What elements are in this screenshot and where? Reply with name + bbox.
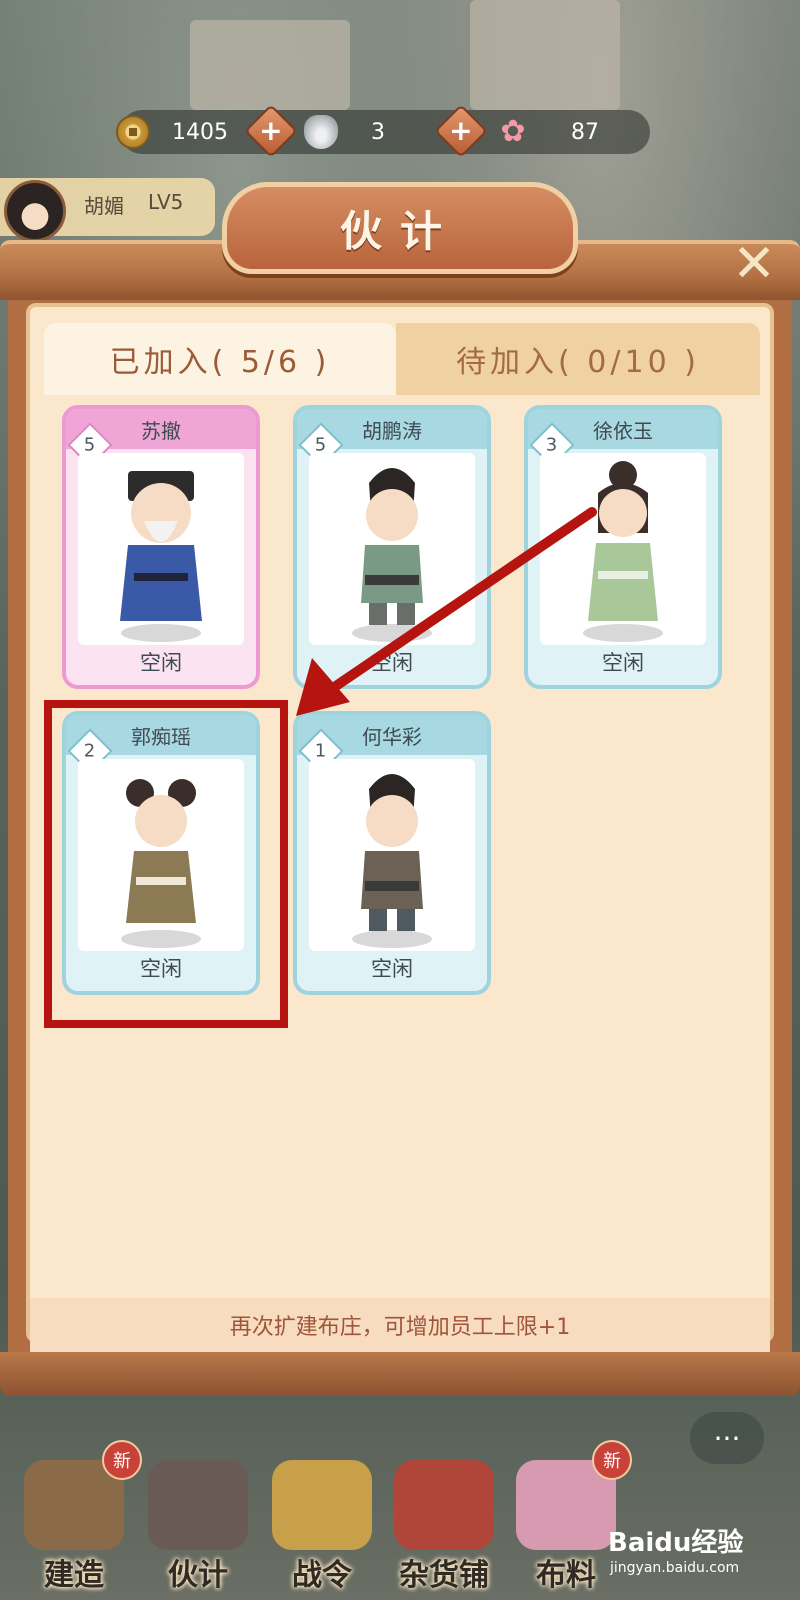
worker-portrait	[309, 759, 475, 951]
background-wall	[190, 20, 350, 110]
dialog-bottom-trim	[0, 1352, 800, 1396]
flower-icon: ✿	[500, 114, 526, 149]
silver-value: 3	[371, 119, 385, 145]
worker-card[interactable]: 何华彩 1 空闲	[293, 711, 491, 995]
new-badge: 新	[592, 1440, 632, 1480]
worker-portrait	[540, 453, 706, 645]
close-icon: ✕	[732, 234, 776, 294]
tab-bar: 已加入( 5/6 ) 待加入( 0/10 )	[44, 323, 760, 395]
battle-pass-icon	[272, 1460, 372, 1550]
plus-icon: +	[449, 114, 473, 147]
player-info[interactable]: 胡媚 LV5	[0, 178, 215, 242]
worker-card[interactable]: 徐依玉 3 空闲	[524, 405, 722, 689]
coin-resource: 1405	[116, 110, 250, 154]
worker-portrait	[309, 453, 475, 645]
nav-battle-pass[interactable]: 战令	[262, 1460, 382, 1600]
worker-status: 空闲	[140, 651, 182, 675]
worker-portrait	[78, 453, 244, 645]
coin-icon	[116, 115, 150, 149]
highlight-box	[44, 700, 288, 1028]
coin-value: 1405	[172, 119, 228, 145]
nav-grocery[interactable]: 杂货铺	[384, 1460, 504, 1600]
plus-icon: +	[259, 114, 283, 147]
flower-value: 87	[571, 119, 599, 145]
chat-bubble-icon: ···	[713, 1421, 741, 1455]
background-wall	[470, 0, 620, 110]
tab-pending[interactable]: 待加入( 0/10 )	[396, 323, 760, 395]
nav-label: 建造	[44, 1558, 104, 1593]
nav-build[interactable]: 建造	[14, 1460, 134, 1600]
dialog-title: 伙计	[339, 206, 460, 256]
new-badge: 新	[102, 1440, 142, 1480]
tab-joined[interactable]: 已加入( 5/6 )	[44, 323, 396, 395]
worker-status: 空闲	[602, 651, 644, 675]
player-level: LV5	[148, 190, 184, 214]
flower-resource: ✿ 87	[496, 110, 640, 154]
silver-ingot-icon	[304, 115, 338, 149]
worker-status: 空闲	[371, 957, 413, 981]
watermark-brand: Baidu经验	[608, 1528, 744, 1558]
dialog-title-plaque: 伙计	[222, 182, 578, 274]
silver-resource: 3	[304, 110, 418, 154]
worker-card[interactable]: 苏撤 5 空闲	[62, 405, 260, 689]
grocery-icon	[394, 1460, 494, 1550]
player-name: 胡媚	[84, 194, 124, 218]
nav-label: 伙计	[168, 1558, 228, 1593]
footer-note: 再次扩建布庄，可增加员工上限+1	[30, 1298, 770, 1352]
nav-label: 杂货铺	[399, 1558, 489, 1593]
worker-card[interactable]: 胡鹏涛 5 空闲	[293, 405, 491, 689]
worker-status: 空闲	[371, 651, 413, 675]
avatar[interactable]	[4, 180, 66, 242]
close-button[interactable]: ✕	[724, 234, 784, 294]
watermark-url: jingyan.baidu.com	[610, 1560, 740, 1576]
workers-icon	[148, 1460, 248, 1550]
nav-workers[interactable]: 伙计	[138, 1460, 258, 1600]
nav-label: 战令	[292, 1558, 352, 1593]
chat-button[interactable]: ···	[690, 1412, 764, 1464]
